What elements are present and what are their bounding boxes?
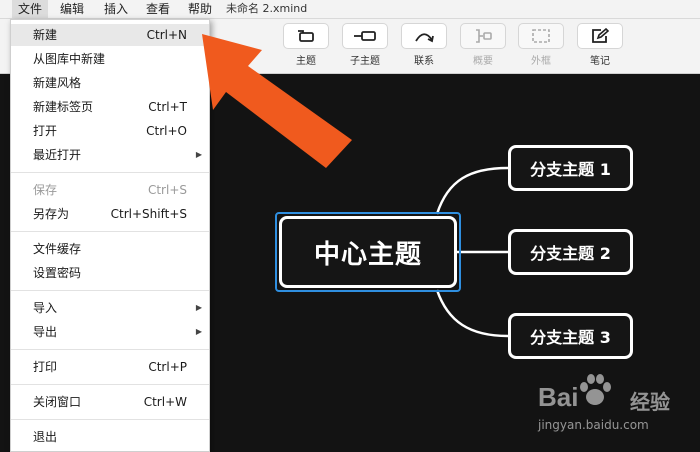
annotation-arrow-icon	[202, 34, 352, 168]
